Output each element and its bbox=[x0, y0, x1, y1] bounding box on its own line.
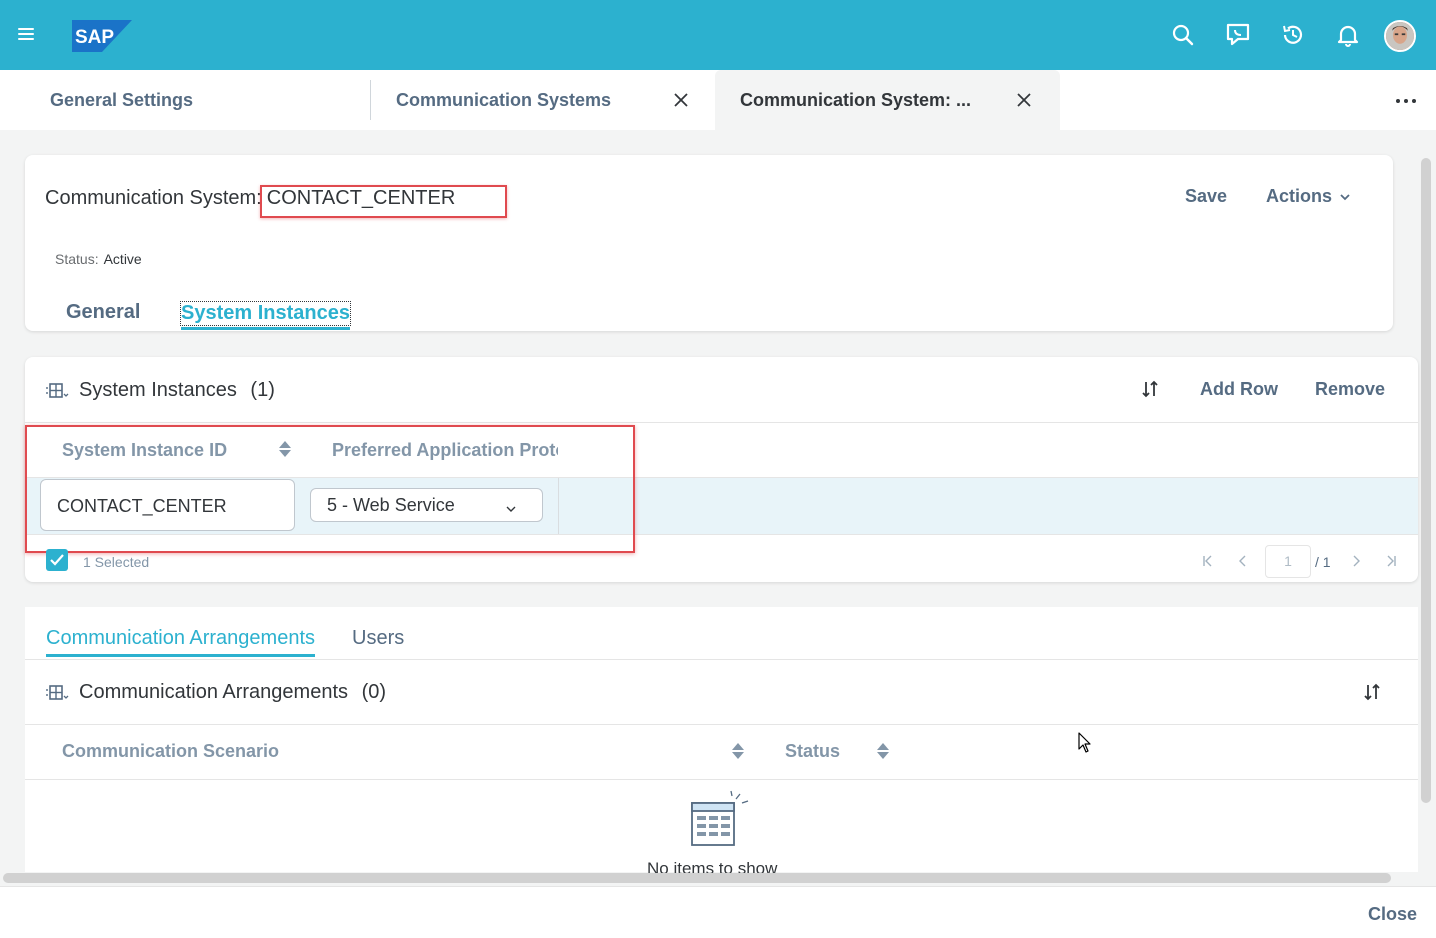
tab-communication-arrangements[interactable]: Communication Arrangements bbox=[46, 627, 316, 657]
divider bbox=[25, 659, 1418, 660]
system-instance-id-input[interactable]: CONTACT_CENTER bbox=[40, 479, 295, 531]
menu-icon[interactable] bbox=[18, 25, 40, 45]
tab-label: Communication Systems bbox=[396, 90, 612, 110]
object-header: Communication System: CONTACT_CENTER Save… bbox=[25, 155, 1393, 331]
notification-icon[interactable] bbox=[1335, 22, 1361, 48]
feedback-icon[interactable] bbox=[1225, 22, 1251, 48]
select-all-checkbox[interactable] bbox=[46, 549, 68, 571]
page-total: / 1 bbox=[1315, 554, 1331, 570]
status-label: Status: bbox=[55, 251, 99, 267]
table-settings-icon[interactable] bbox=[45, 381, 71, 401]
sort-arrows-icon[interactable] bbox=[731, 741, 745, 761]
more-icon[interactable] bbox=[1394, 96, 1418, 106]
remove-button[interactable]: Remove bbox=[1315, 379, 1385, 400]
column-separator bbox=[558, 478, 559, 534]
sap-logo[interactable]: SAP bbox=[72, 20, 132, 52]
tab-bar: General Settings Communication Systems C… bbox=[0, 70, 1436, 130]
chevron-down-icon bbox=[506, 506, 516, 512]
column-header-status[interactable]: Status bbox=[785, 741, 840, 762]
first-page-icon[interactable] bbox=[1201, 555, 1215, 567]
sort-arrows-icon[interactable] bbox=[876, 741, 890, 761]
horizontal-scrollbar[interactable] bbox=[3, 873, 1391, 883]
actions-label: Actions bbox=[1266, 186, 1333, 206]
avatar[interactable] bbox=[1384, 20, 1416, 52]
add-row-button[interactable]: Add Row bbox=[1200, 379, 1278, 400]
vertical-scrollbar[interactable] bbox=[1421, 158, 1431, 803]
status-value: Active bbox=[103, 251, 142, 267]
section-tab-system-instances[interactable]: System Instances bbox=[180, 301, 351, 330]
arrangements-section: Communication Arrangements Users Communi… bbox=[25, 607, 1418, 878]
tab-label: General Settings bbox=[50, 90, 194, 110]
footer-bar: Close bbox=[0, 886, 1436, 938]
column-header-scenario[interactable]: Communication Scenario bbox=[62, 741, 279, 762]
mouse-cursor-icon bbox=[1078, 732, 1091, 753]
table-title-text: Communication Arrangements bbox=[79, 681, 349, 703]
column-header-protocol[interactable]: Preferred Application Proto bbox=[332, 440, 558, 461]
sort-icon[interactable] bbox=[1141, 379, 1159, 399]
tab-communication-system-detail[interactable]: Communication System: ... bbox=[715, 70, 1060, 130]
status-field: Status: Active bbox=[55, 251, 142, 267]
last-page-icon[interactable] bbox=[1384, 555, 1398, 567]
table-title: System Instances (1) bbox=[79, 379, 275, 402]
divider bbox=[25, 724, 1418, 725]
next-page-icon[interactable] bbox=[1349, 555, 1363, 567]
close-icon[interactable] bbox=[672, 80, 690, 120]
page-input[interactable]: 1 bbox=[1265, 545, 1311, 578]
history-icon[interactable] bbox=[1280, 22, 1306, 48]
tab-label: Communication System: ... bbox=[740, 90, 972, 110]
divider bbox=[25, 779, 1418, 780]
system-instances-table: System Instances (1) Add Row Remove Syst… bbox=[25, 357, 1418, 582]
sort-icon[interactable] bbox=[1363, 682, 1381, 702]
sort-arrows-icon[interactable] bbox=[278, 439, 292, 459]
title-value: CONTACT_CENTER bbox=[259, 185, 508, 218]
close-icon[interactable] bbox=[1015, 70, 1033, 130]
title-prefix: Communication System: bbox=[45, 187, 262, 209]
table-title-text: System Instances bbox=[79, 379, 237, 401]
table-settings-icon[interactable] bbox=[45, 683, 71, 703]
search-icon[interactable] bbox=[1170, 22, 1196, 48]
previous-page-icon[interactable] bbox=[1236, 555, 1250, 567]
svg-text:SAP: SAP bbox=[75, 27, 114, 48]
table-title: Communication Arrangements (0) bbox=[79, 681, 386, 704]
tab-users[interactable]: Users bbox=[352, 627, 404, 650]
column-header-instance-id[interactable]: System Instance ID bbox=[62, 440, 227, 461]
tab-general-settings[interactable]: General Settings bbox=[0, 70, 370, 130]
chevron-down-icon bbox=[1340, 194, 1350, 201]
protocol-select-value: 5 - Web Service bbox=[327, 495, 455, 515]
empty-table-icon bbox=[691, 790, 749, 846]
tab-communication-systems[interactable]: Communication Systems bbox=[370, 80, 715, 120]
divider bbox=[25, 534, 1418, 535]
table-count: (0) bbox=[361, 681, 387, 703]
close-button[interactable]: Close bbox=[1368, 904, 1417, 925]
actions-button[interactable]: Actions bbox=[1266, 186, 1351, 207]
table-count: (1) bbox=[250, 379, 275, 401]
shell-bar: SAP bbox=[0, 0, 1436, 70]
section-tab-general[interactable]: General bbox=[66, 301, 140, 324]
selected-count: 1 Selected bbox=[83, 554, 150, 570]
page-title: Communication System: CONTACT_CENTER bbox=[45, 185, 508, 218]
divider bbox=[25, 422, 1418, 423]
protocol-select[interactable]: 5 - Web Service bbox=[310, 488, 543, 522]
save-button[interactable]: Save bbox=[1185, 186, 1227, 207]
